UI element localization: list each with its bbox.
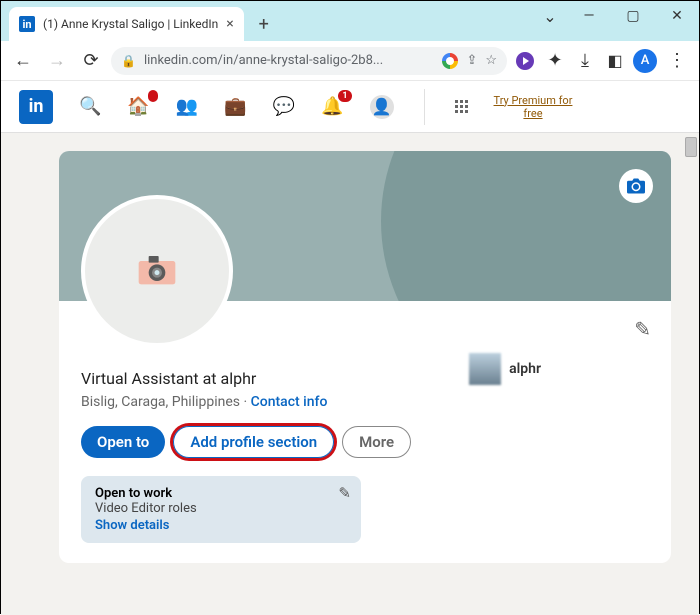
open-to-work-card[interactable]: ✎ Open to work Video Editor roles Show d… [81, 476, 361, 543]
linkedin-logo[interactable]: in [19, 90, 53, 124]
open-to-button[interactable]: Open to [81, 426, 165, 458]
google-icon[interactable] [442, 53, 458, 69]
work-grid-icon[interactable] [455, 100, 468, 113]
lock-icon: 🔒 [121, 54, 136, 68]
company-logo [469, 353, 501, 385]
open-to-work-details-link[interactable]: Show details [95, 518, 347, 533]
new-tab-button[interactable]: + [250, 10, 278, 38]
browser-toolbar: ← → ⟳ 🔒 linkedin.com/in/anne-krystal-sal… [1, 41, 699, 81]
scrollbar-thumb[interactable] [685, 137, 697, 157]
tab-title: (1) Anne Krystal Saligo | LinkedIn [43, 17, 218, 31]
edit-profile-icon[interactable]: ✎ [634, 317, 651, 341]
profile-location-line: Bislig, Caraga, Philippines · Contact in… [81, 394, 649, 410]
media-extension-icon[interactable] [513, 49, 537, 73]
share-icon[interactable]: ⇪ [466, 53, 477, 68]
open-to-work-title: Open to work [95, 486, 347, 501]
linkedin-favicon: in [19, 16, 35, 32]
notifications-badge: 1 [338, 90, 351, 102]
chrome-menu-icon[interactable]: ⋮ [663, 47, 691, 75]
address-bar[interactable]: 🔒 linkedin.com/in/anne-krystal-saligo-2b… [111, 47, 507, 75]
messaging-icon[interactable]: 💬 [273, 96, 295, 117]
open-to-work-subtitle: Video Editor roles [95, 501, 347, 516]
reload-button[interactable]: ⟳ [77, 47, 105, 75]
profile-card: ✎ alphr Virtual Assistant at alphr Bisli… [59, 151, 671, 563]
back-button[interactable]: ← [9, 47, 37, 75]
forward-button[interactable]: → [43, 47, 71, 75]
edit-open-to-work-icon[interactable]: ✎ [338, 484, 351, 502]
page-content: in 🔍 🏠 👥 💼 💬 🔔1 👤 Try Premium forfree [1, 81, 699, 615]
minimize-button[interactable]: — [567, 1, 611, 31]
downloads-icon[interactable]: ⤓ [573, 49, 597, 73]
tabs-dropdown-icon[interactable]: ⌄ [533, 1, 567, 31]
profile-headline: Virtual Assistant at alphr [81, 369, 649, 388]
try-premium-link[interactable]: Try Premium forfree [494, 94, 573, 120]
contact-info-link[interactable]: Contact info [251, 394, 328, 410]
close-window-button[interactable]: ✕ [655, 1, 699, 31]
me-avatar[interactable]: 👤 [370, 95, 394, 119]
bookmark-icon[interactable]: ☆ [485, 53, 497, 68]
jobs-icon[interactable]: 💼 [224, 96, 246, 117]
network-icon[interactable]: 👥 [176, 96, 198, 117]
maximize-button[interactable]: ▢ [611, 1, 655, 31]
home-badge [148, 90, 158, 102]
linkedin-top-nav: in 🔍 🏠 👥 💼 💬 🔔1 👤 Try Premium forfree [1, 81, 699, 133]
url-text: linkedin.com/in/anne-krystal-saligo-2b8.… [144, 53, 383, 68]
browser-tab[interactable]: in (1) Anne Krystal Saligo | LinkedIn × [9, 7, 244, 41]
chrome-profile-avatar[interactable]: A [633, 49, 657, 73]
add-profile-section-button[interactable]: Add profile section [173, 426, 334, 458]
more-button[interactable]: More [342, 426, 411, 458]
company-name: alphr [509, 361, 541, 377]
extensions-icon[interactable]: ✦ [543, 49, 567, 73]
nav-divider [424, 89, 425, 125]
notifications-icon[interactable]: 🔔1 [321, 96, 343, 117]
edit-cover-camera-icon[interactable] [619, 169, 653, 203]
window-titlebar: in (1) Anne Krystal Saligo | LinkedIn × … [1, 1, 699, 41]
camera-icon [137, 256, 177, 286]
side-panel-icon[interactable]: ◧ [603, 49, 627, 73]
close-tab-icon[interactable]: × [226, 16, 233, 32]
home-icon[interactable]: 🏠 [127, 96, 149, 117]
search-icon[interactable]: 🔍 [79, 96, 101, 117]
current-company[interactable]: alphr [469, 353, 541, 385]
